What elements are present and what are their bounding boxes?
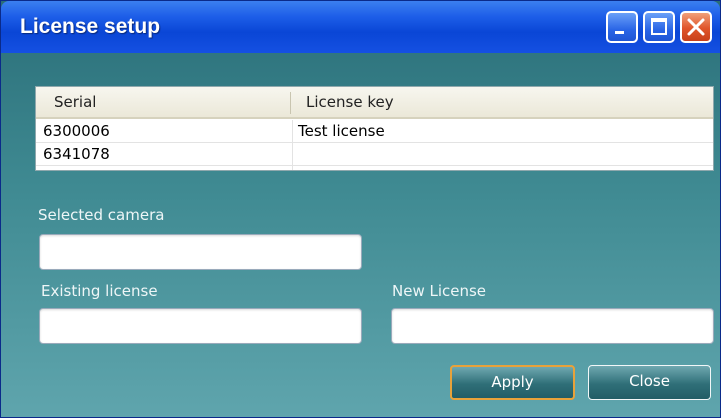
new-license-field[interactable] — [391, 308, 714, 344]
window-title: License setup — [20, 15, 161, 38]
maximize-icon — [651, 18, 667, 35]
serial-cell: 6341078 — [43, 145, 110, 163]
maximize-button[interactable] — [643, 11, 675, 43]
column-divider[interactable] — [290, 92, 291, 114]
close-icon — [687, 18, 705, 36]
title-bar[interactable]: License setup — [1, 1, 720, 53]
close-window-button[interactable] — [680, 11, 712, 43]
serial-cell: 6300006 — [43, 122, 110, 140]
minimize-icon — [615, 31, 624, 34]
selected-camera-field[interactable] — [39, 234, 362, 270]
minimize-button[interactable] — [606, 11, 638, 43]
table-header: Serial License key — [36, 87, 713, 119]
license-setup-window: License setup Serial License key 6300006… — [0, 0, 721, 418]
new-license-label: New License — [392, 282, 487, 300]
license-key-cell: Test license — [298, 122, 385, 140]
license-table[interactable]: Serial License key 6300006 Test license … — [35, 86, 714, 171]
column-header-serial[interactable]: Serial — [54, 87, 96, 117]
existing-license-label: Existing license — [41, 282, 158, 300]
close-button[interactable]: Close — [588, 365, 711, 400]
selected-camera-label: Selected camera — [38, 206, 165, 224]
existing-license-field[interactable] — [39, 308, 362, 344]
table-row[interactable]: 6300006 Test license — [36, 120, 713, 143]
apply-button[interactable]: Apply — [450, 365, 575, 400]
table-row[interactable]: 6341078 — [36, 143, 713, 166]
column-header-license-key[interactable]: License key — [306, 87, 394, 117]
